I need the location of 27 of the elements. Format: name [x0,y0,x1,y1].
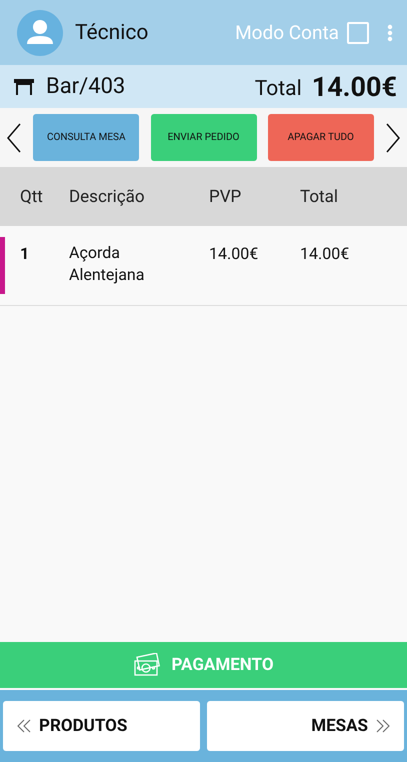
more-icon[interactable] [387,24,393,42]
table-name: Bar/403 [46,74,126,99]
table-cell-text: Açorda Alentejana [69,242,146,286]
column-header: Total [300,186,338,206]
column-header: Descrição [69,186,145,206]
mode-label: Modo Conta [235,21,339,44]
table-cell: 14.00€ [300,244,350,263]
money-icon [133,653,162,677]
column-header: Qtt [20,186,43,206]
table-icon [12,76,36,96]
table-cell: 1 [20,244,30,263]
double-chevron-icon [17,719,31,733]
table-cell: 14.00€ [209,244,258,263]
action-button[interactable]: CONSULTA MESA [33,114,140,161]
mode-checkbox[interactable] [347,22,369,44]
total-amount: 14.00€ [312,70,397,102]
chevron-right-icon[interactable] [385,122,401,154]
chevron-left-icon[interactable] [6,122,22,154]
action-button[interactable]: ENVIAR PEDIDO [150,114,256,161]
user-name: Técnico [75,20,150,44]
tables-button[interactable]: MESAS [207,701,404,751]
total-label: Total [254,76,302,100]
avatar-icon[interactable] [17,10,63,56]
products-button[interactable]: PRODUTOS [3,701,200,751]
action-button[interactable]: APAGAR TUDO [268,114,374,161]
column-header: PVP [209,186,242,206]
double-chevron-icon [376,719,390,733]
